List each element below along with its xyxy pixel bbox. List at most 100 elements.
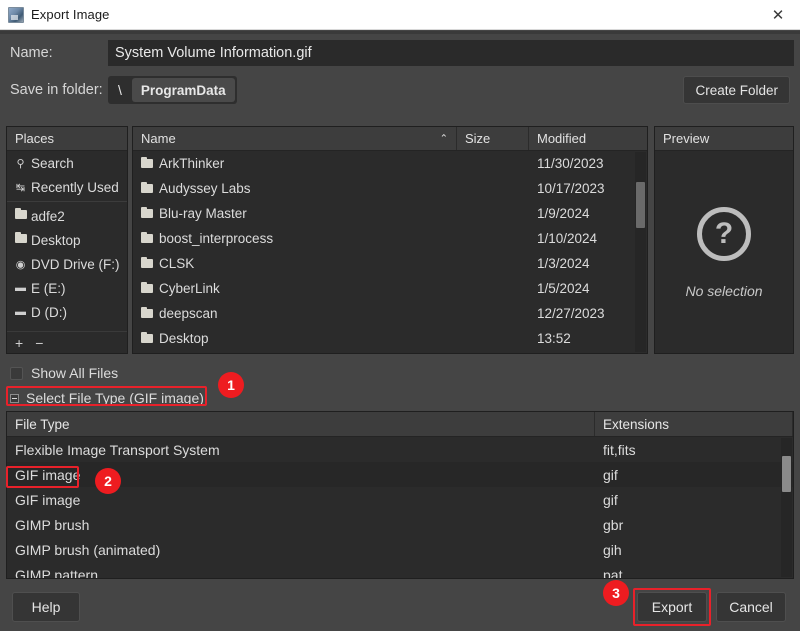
folder-icon xyxy=(141,159,153,168)
sidebar-item-label: Recently Used xyxy=(31,180,119,195)
sidebar-item-drive-e[interactable]: ▬ E (E:) xyxy=(7,276,127,300)
annotation-badge-3: 3 xyxy=(603,580,629,606)
drive-icon: ▬ xyxy=(13,306,28,318)
file-type-name: GIMP pattern xyxy=(7,567,595,579)
file-type-ext: gif xyxy=(595,492,793,508)
browser-panes: Places ⚲ Search ↹ Recently Used adfe2 D xyxy=(0,126,800,354)
table-row[interactable]: CLSK 1/3/2024 xyxy=(133,251,647,276)
preview-body: ? No selection xyxy=(655,151,793,354)
file-name: Blu-ray Master xyxy=(159,206,247,221)
table-row[interactable]: Blu-ray Master 1/9/2024 xyxy=(133,201,647,226)
table-row[interactable]: ArkThinker 11/30/2023 xyxy=(133,151,647,176)
sidebar-item-adfe2[interactable]: adfe2 xyxy=(7,204,127,228)
sidebar-item-label: adfe2 xyxy=(31,209,65,224)
sidebar-item-dvd-drive[interactable]: ◉ DVD Drive (F:) xyxy=(7,252,127,276)
show-all-files-checkbox[interactable] xyxy=(10,367,23,380)
folder-icon xyxy=(141,334,153,343)
file-modified: 1/9/2024 xyxy=(529,206,647,221)
sidebar-item-label: E (E:) xyxy=(31,281,66,296)
sidebar-item-label: Search xyxy=(31,156,74,171)
places-pane: Places ⚲ Search ↹ Recently Used adfe2 D xyxy=(6,126,128,354)
file-type-scrollbar[interactable] xyxy=(781,438,792,577)
table-row[interactable]: boost_interprocess 1/10/2024 xyxy=(133,226,647,251)
table-row-selected[interactable]: GIF image gif xyxy=(7,462,793,487)
file-modified: 12/27/2023 xyxy=(529,306,647,321)
path-breadcrumb: \ ProgramData xyxy=(108,76,237,104)
path-segment-current[interactable]: ProgramData xyxy=(132,78,235,102)
filename-input[interactable]: System Volume Information.gif xyxy=(108,40,794,66)
column-header-modified[interactable]: Modified xyxy=(529,127,647,150)
file-list-scrollbar[interactable] xyxy=(635,152,646,352)
file-modified: 13:52 xyxy=(529,331,647,346)
file-list-pane: Name ⌃ Size Modified ArkThinker 11/30/20… xyxy=(132,126,648,354)
file-type-ext: gbr xyxy=(595,517,793,533)
sidebar-item-desktop[interactable]: Desktop xyxy=(7,228,127,252)
folder-icon xyxy=(141,184,153,193)
file-modified: 1/5/2024 xyxy=(529,281,647,296)
drive-icon: ▬ xyxy=(13,282,28,294)
file-type-name: GIF image xyxy=(7,492,595,508)
file-type-ext: gif xyxy=(595,467,793,483)
table-row[interactable]: Flexible Image Transport System fit,fits xyxy=(7,437,793,462)
folder-icon xyxy=(13,234,28,246)
export-button[interactable]: Export xyxy=(637,592,707,622)
preview-empty-text: No selection xyxy=(685,283,762,299)
table-row[interactable]: GIMP brush (animated) gih xyxy=(7,537,793,562)
file-name: CLSK xyxy=(159,256,194,271)
column-header-name[interactable]: Name ⌃ xyxy=(133,127,457,150)
help-button[interactable]: Help xyxy=(12,592,80,622)
sidebar-item-search[interactable]: ⚲ Search xyxy=(7,151,127,175)
search-icon: ⚲ xyxy=(13,157,28,170)
table-row[interactable]: GIMP brush gbr xyxy=(7,512,793,537)
places-footer: + − xyxy=(7,331,127,353)
table-row[interactable]: GIF image gif xyxy=(7,487,793,512)
places-divider xyxy=(7,201,127,202)
file-type-header: File Type Extensions xyxy=(7,412,793,437)
sidebar-item-drive-d[interactable]: ▬ D (D:) xyxy=(7,300,127,324)
select-file-type-label: Select File Type (GIF image) xyxy=(26,390,204,406)
remove-place-button[interactable]: − xyxy=(35,335,43,351)
annotation-badge-1: 1 xyxy=(218,372,244,398)
file-type-ext: pat xyxy=(595,567,793,579)
file-modified: 1/10/2024 xyxy=(529,231,647,246)
show-all-files-label: Show All Files xyxy=(31,365,118,381)
sidebar-item-label: Desktop xyxy=(31,233,81,248)
file-modified: 1/3/2024 xyxy=(529,256,647,271)
table-row[interactable]: CyberLink 1/5/2024 xyxy=(133,276,647,301)
preview-header: Preview xyxy=(655,127,793,151)
name-label: Name: xyxy=(0,45,108,61)
table-row[interactable]: GIMP pattern pat xyxy=(7,562,793,578)
table-row[interactable]: Desktop 13:52 xyxy=(133,326,647,351)
window-title: Export Image xyxy=(31,7,110,22)
file-type-ext: gih xyxy=(595,542,793,558)
column-header-size[interactable]: Size xyxy=(457,127,529,150)
scrollbar-thumb[interactable] xyxy=(782,456,791,492)
path-segment-root[interactable]: \ xyxy=(108,76,132,104)
file-type-name: GIMP brush xyxy=(7,517,595,533)
places-list: ⚲ Search ↹ Recently Used adfe2 Desktop xyxy=(7,151,127,331)
sidebar-item-recently-used[interactable]: ↹ Recently Used xyxy=(7,175,127,199)
column-header-file-type[interactable]: File Type xyxy=(7,412,595,436)
file-list-header: Name ⌃ Size Modified xyxy=(133,127,647,151)
cancel-button[interactable]: Cancel xyxy=(716,592,786,622)
recent-icon: ↹ xyxy=(13,181,28,194)
column-header-extensions[interactable]: Extensions xyxy=(595,412,793,436)
preview-pane: Preview ? No selection xyxy=(654,126,794,354)
file-type-rows: Flexible Image Transport System fit,fits… xyxy=(7,437,793,578)
titlebar-shadow xyxy=(0,31,800,34)
scrollbar-thumb[interactable] xyxy=(636,182,645,228)
file-name: CyberLink xyxy=(159,281,220,296)
annotation-badge-2: 2 xyxy=(95,468,121,494)
add-place-button[interactable]: + xyxy=(15,335,23,351)
show-all-files-row[interactable]: Show All Files xyxy=(10,365,118,381)
sidebar-item-label: D (D:) xyxy=(31,305,67,320)
close-icon[interactable]: ✕ xyxy=(756,0,800,30)
sidebar-item-label: DVD Drive (F:) xyxy=(31,257,120,272)
select-file-type-expander[interactable]: Select File Type (GIF image) xyxy=(8,388,208,408)
file-modified: 11/30/2023 xyxy=(529,156,647,171)
table-row[interactable]: deepscan 12/27/2023 xyxy=(133,301,647,326)
file-rows: ArkThinker 11/30/2023 Audyssey Labs 10/1… xyxy=(133,151,647,353)
table-row[interactable]: Audyssey Labs 10/17/2023 xyxy=(133,176,647,201)
file-name: deepscan xyxy=(159,306,218,321)
create-folder-button[interactable]: Create Folder xyxy=(683,76,790,104)
